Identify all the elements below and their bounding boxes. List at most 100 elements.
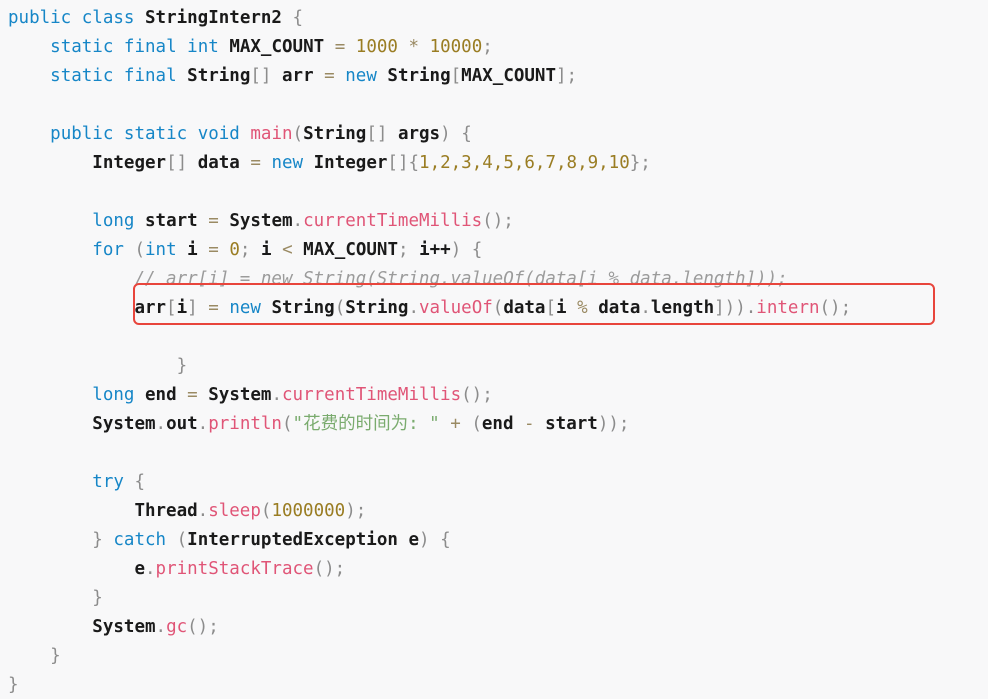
code-line: long start = System.currentTimeMillis();: [0, 207, 988, 236]
code-line: static final String[] arr = new String[M…: [0, 62, 988, 91]
number-literal: 0: [229, 240, 240, 260]
type-integer: Integer: [313, 153, 388, 173]
keyword-final: final: [123, 66, 177, 86]
closing-punctuation: ])): [714, 298, 746, 318]
identifier-arr: arr: [282, 66, 314, 86]
keyword-public: public: [8, 8, 72, 28]
call-parens: ();: [187, 617, 219, 637]
method-name-main: main: [250, 124, 293, 144]
keyword-int: int: [187, 37, 219, 57]
operator-assign: =: [324, 66, 335, 86]
type-system: System: [208, 385, 272, 405]
call-parens: ();: [482, 211, 514, 231]
type-integer: Integer: [92, 153, 167, 173]
open-brace: {: [471, 240, 483, 260]
operator-assign: =: [334, 37, 346, 57]
type-string: String: [187, 66, 251, 86]
dot: .: [408, 298, 420, 318]
method-print-stack-trace: printStackTrace: [155, 559, 314, 579]
semicolon: ;: [482, 37, 493, 57]
code-line: System.out.println("花费的时间为: " + (end - s…: [0, 410, 988, 439]
open-brace: {: [134, 472, 145, 492]
number-literal: 1000: [355, 37, 398, 57]
dot: .: [292, 211, 304, 231]
open-brace: {: [461, 124, 472, 144]
keyword-static: static: [50, 66, 114, 86]
dot: .: [640, 298, 651, 318]
paren-close: ): [418, 530, 430, 550]
method-value-of: valueOf: [419, 298, 493, 318]
code-line: Thread.sleep(1000000);: [0, 497, 988, 526]
code-line: }: [0, 671, 988, 699]
operator-modulo: %: [577, 298, 588, 318]
operator-assign: =: [250, 153, 261, 173]
identifier-start: start: [545, 414, 598, 434]
paren-close: ): [450, 240, 462, 260]
close-brace: }: [50, 646, 61, 666]
number-literal-list: 1,2,3,4,5,6,7,8,9,10: [419, 153, 630, 173]
line-comment: // arr[i] = new String(String.valueOf(da…: [134, 269, 788, 289]
type-interrupted-exception: InterruptedException: [187, 530, 398, 550]
keyword-static: static: [123, 124, 188, 144]
dot: .: [271, 385, 283, 405]
keyword-final: final: [123, 37, 177, 57]
call-parens: ();: [313, 559, 346, 579]
code-line: } catch (InterruptedException e) {: [0, 526, 988, 555]
number-literal: 1000000: [271, 501, 346, 521]
identifier-data: data: [503, 298, 546, 318]
array-brackets: []: [250, 66, 272, 86]
identifier-end: end: [145, 385, 177, 405]
keyword-new: new: [229, 298, 261, 318]
array-brackets: []: [166, 153, 188, 173]
increment-expression: i++: [419, 240, 451, 260]
paren-open: (: [334, 298, 346, 318]
keyword-try: try: [92, 472, 124, 492]
method-println: println: [208, 414, 282, 434]
paren-open: (: [134, 240, 145, 260]
keyword-public: public: [50, 124, 114, 144]
operator-multiply: *: [408, 37, 420, 57]
dot: .: [155, 617, 167, 637]
identifier-max-count: MAX_COUNT: [303, 240, 398, 260]
paren-open: (: [492, 298, 504, 318]
bracket-open: [: [450, 66, 462, 86]
number-literal: 10000: [429, 37, 483, 57]
identifier-e: e: [408, 530, 419, 550]
dot: .: [144, 559, 156, 579]
close-brace: }: [92, 530, 103, 550]
semicolon: ;: [239, 240, 251, 260]
operator-assign: =: [208, 298, 219, 318]
type-system: System: [229, 211, 293, 231]
identifier-length: length: [650, 298, 715, 318]
code-line: }: [0, 352, 988, 381]
operator-less-than: <: [282, 240, 293, 260]
keyword-long: long: [92, 211, 135, 231]
code-line: }: [0, 642, 988, 671]
method-current-time-millis: currentTimeMillis: [303, 211, 483, 231]
identifier-data: data: [598, 298, 641, 318]
code-line: for (int i = 0; i < MAX_COUNT; i++) {: [0, 236, 988, 265]
method-current-time-millis: currentTimeMillis: [282, 385, 462, 405]
close-brace: }: [8, 675, 19, 695]
code-line: Integer[] data = new Integer[]{1,2,3,4,5…: [0, 149, 988, 178]
call-parens: ();: [461, 385, 493, 405]
keyword-for: for: [92, 240, 124, 260]
identifier-i: i: [176, 298, 188, 318]
dot: .: [197, 501, 209, 521]
code-line: e.printStackTrace();: [0, 555, 988, 584]
array-brackets: []: [366, 124, 388, 144]
brace-open: {: [408, 153, 420, 173]
array-brackets: []: [387, 153, 409, 173]
code-line-highlighted: arr[i] = new String(String.valueOf(data[…: [0, 294, 988, 323]
dot: .: [745, 298, 757, 318]
bracket-close: ]: [187, 298, 198, 318]
identifier-arr: arr: [134, 298, 167, 318]
identifier-max-count: MAX_COUNT: [461, 66, 556, 86]
keyword-new: new: [271, 153, 304, 173]
identifier-args: args: [397, 124, 441, 144]
identifier-data: data: [197, 153, 240, 173]
